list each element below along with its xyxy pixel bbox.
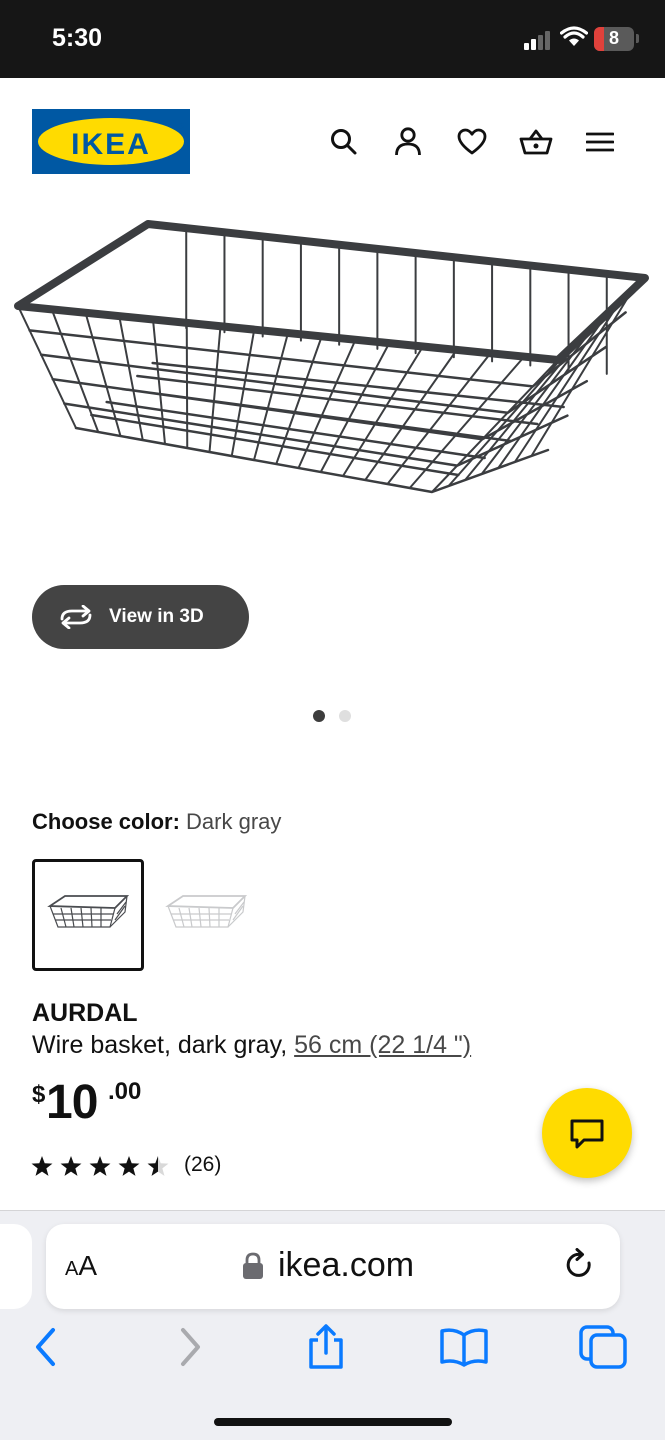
bookmarks-icon[interactable] [439,1322,489,1372]
battery-cap [636,34,639,43]
rating-stars[interactable] [30,1153,170,1181]
review-count[interactable]: (26) [184,1153,221,1177]
product-name: AURDAL [32,999,138,1027]
color-swatch-dark-gray[interactable] [32,859,144,971]
url-text: ikea.com [278,1246,415,1284]
page-settings-button[interactable]: AA [65,1250,97,1282]
account-icon[interactable] [388,122,428,162]
chat-button[interactable] [542,1088,632,1178]
product-size-link[interactable]: 56 cm (22 1/4 ") [294,1031,471,1059]
logo-text: IKEA [71,128,151,161]
carousel-dot-1[interactable] [313,710,325,722]
swatch-basket-image [47,895,129,928]
back-icon[interactable] [21,1322,71,1372]
rating-star [60,1156,82,1176]
color-chooser-label: Choose color: [32,809,180,834]
lock-icon [243,1252,263,1279]
search-icon[interactable] [324,122,364,162]
product-description-text: Wire basket, dark gray, [32,1031,295,1059]
color-chooser-row: Choose color: Dark gray [32,809,281,835]
swatch-basket-image [165,895,247,928]
status-time: 5:30 [52,24,103,52]
battery-level: 8 [608,28,619,48]
menu-icon[interactable] [580,122,620,162]
color-chooser-value: Dark gray [186,809,282,834]
view-in-3d-label: View in 3D [109,606,204,627]
rotate-3d-icon [60,605,92,629]
battery-icon: 8 [594,27,634,51]
wifi-icon [560,26,588,46]
price-currency: $ [32,1081,46,1108]
price-integer: 10 [46,1076,98,1129]
heart-icon[interactable] [452,122,492,162]
rating-star [89,1156,111,1176]
cellular-signal-icon [524,30,552,50]
basket-icon[interactable] [516,122,556,162]
product-image[interactable] [0,200,665,520]
home-indicator [214,1418,452,1426]
color-swatch-white[interactable] [150,859,262,971]
rating-star [147,1156,169,1176]
share-icon[interactable] [301,1322,351,1372]
reload-icon[interactable] [564,1248,596,1282]
rating-star [118,1156,140,1176]
address-bar[interactable]: AA ikea.com [46,1224,620,1309]
ikea-logo[interactable]: IKEA ® [32,109,190,174]
rating-star [31,1156,53,1176]
forward-icon[interactable] [165,1322,215,1372]
status-bar: 5:30 8 [0,0,665,78]
view-in-3d-button[interactable]: View in 3D [32,585,249,649]
carousel-dot-2[interactable] [339,710,351,722]
tabs-icon[interactable] [578,1322,628,1372]
product-description: Wire basket, dark gray, 56 cm (22 1/4 ") [32,1031,471,1060]
chat-icon [570,1119,604,1149]
previous-tab-preview[interactable] [0,1224,32,1309]
price-decimal: .00 [108,1078,142,1105]
